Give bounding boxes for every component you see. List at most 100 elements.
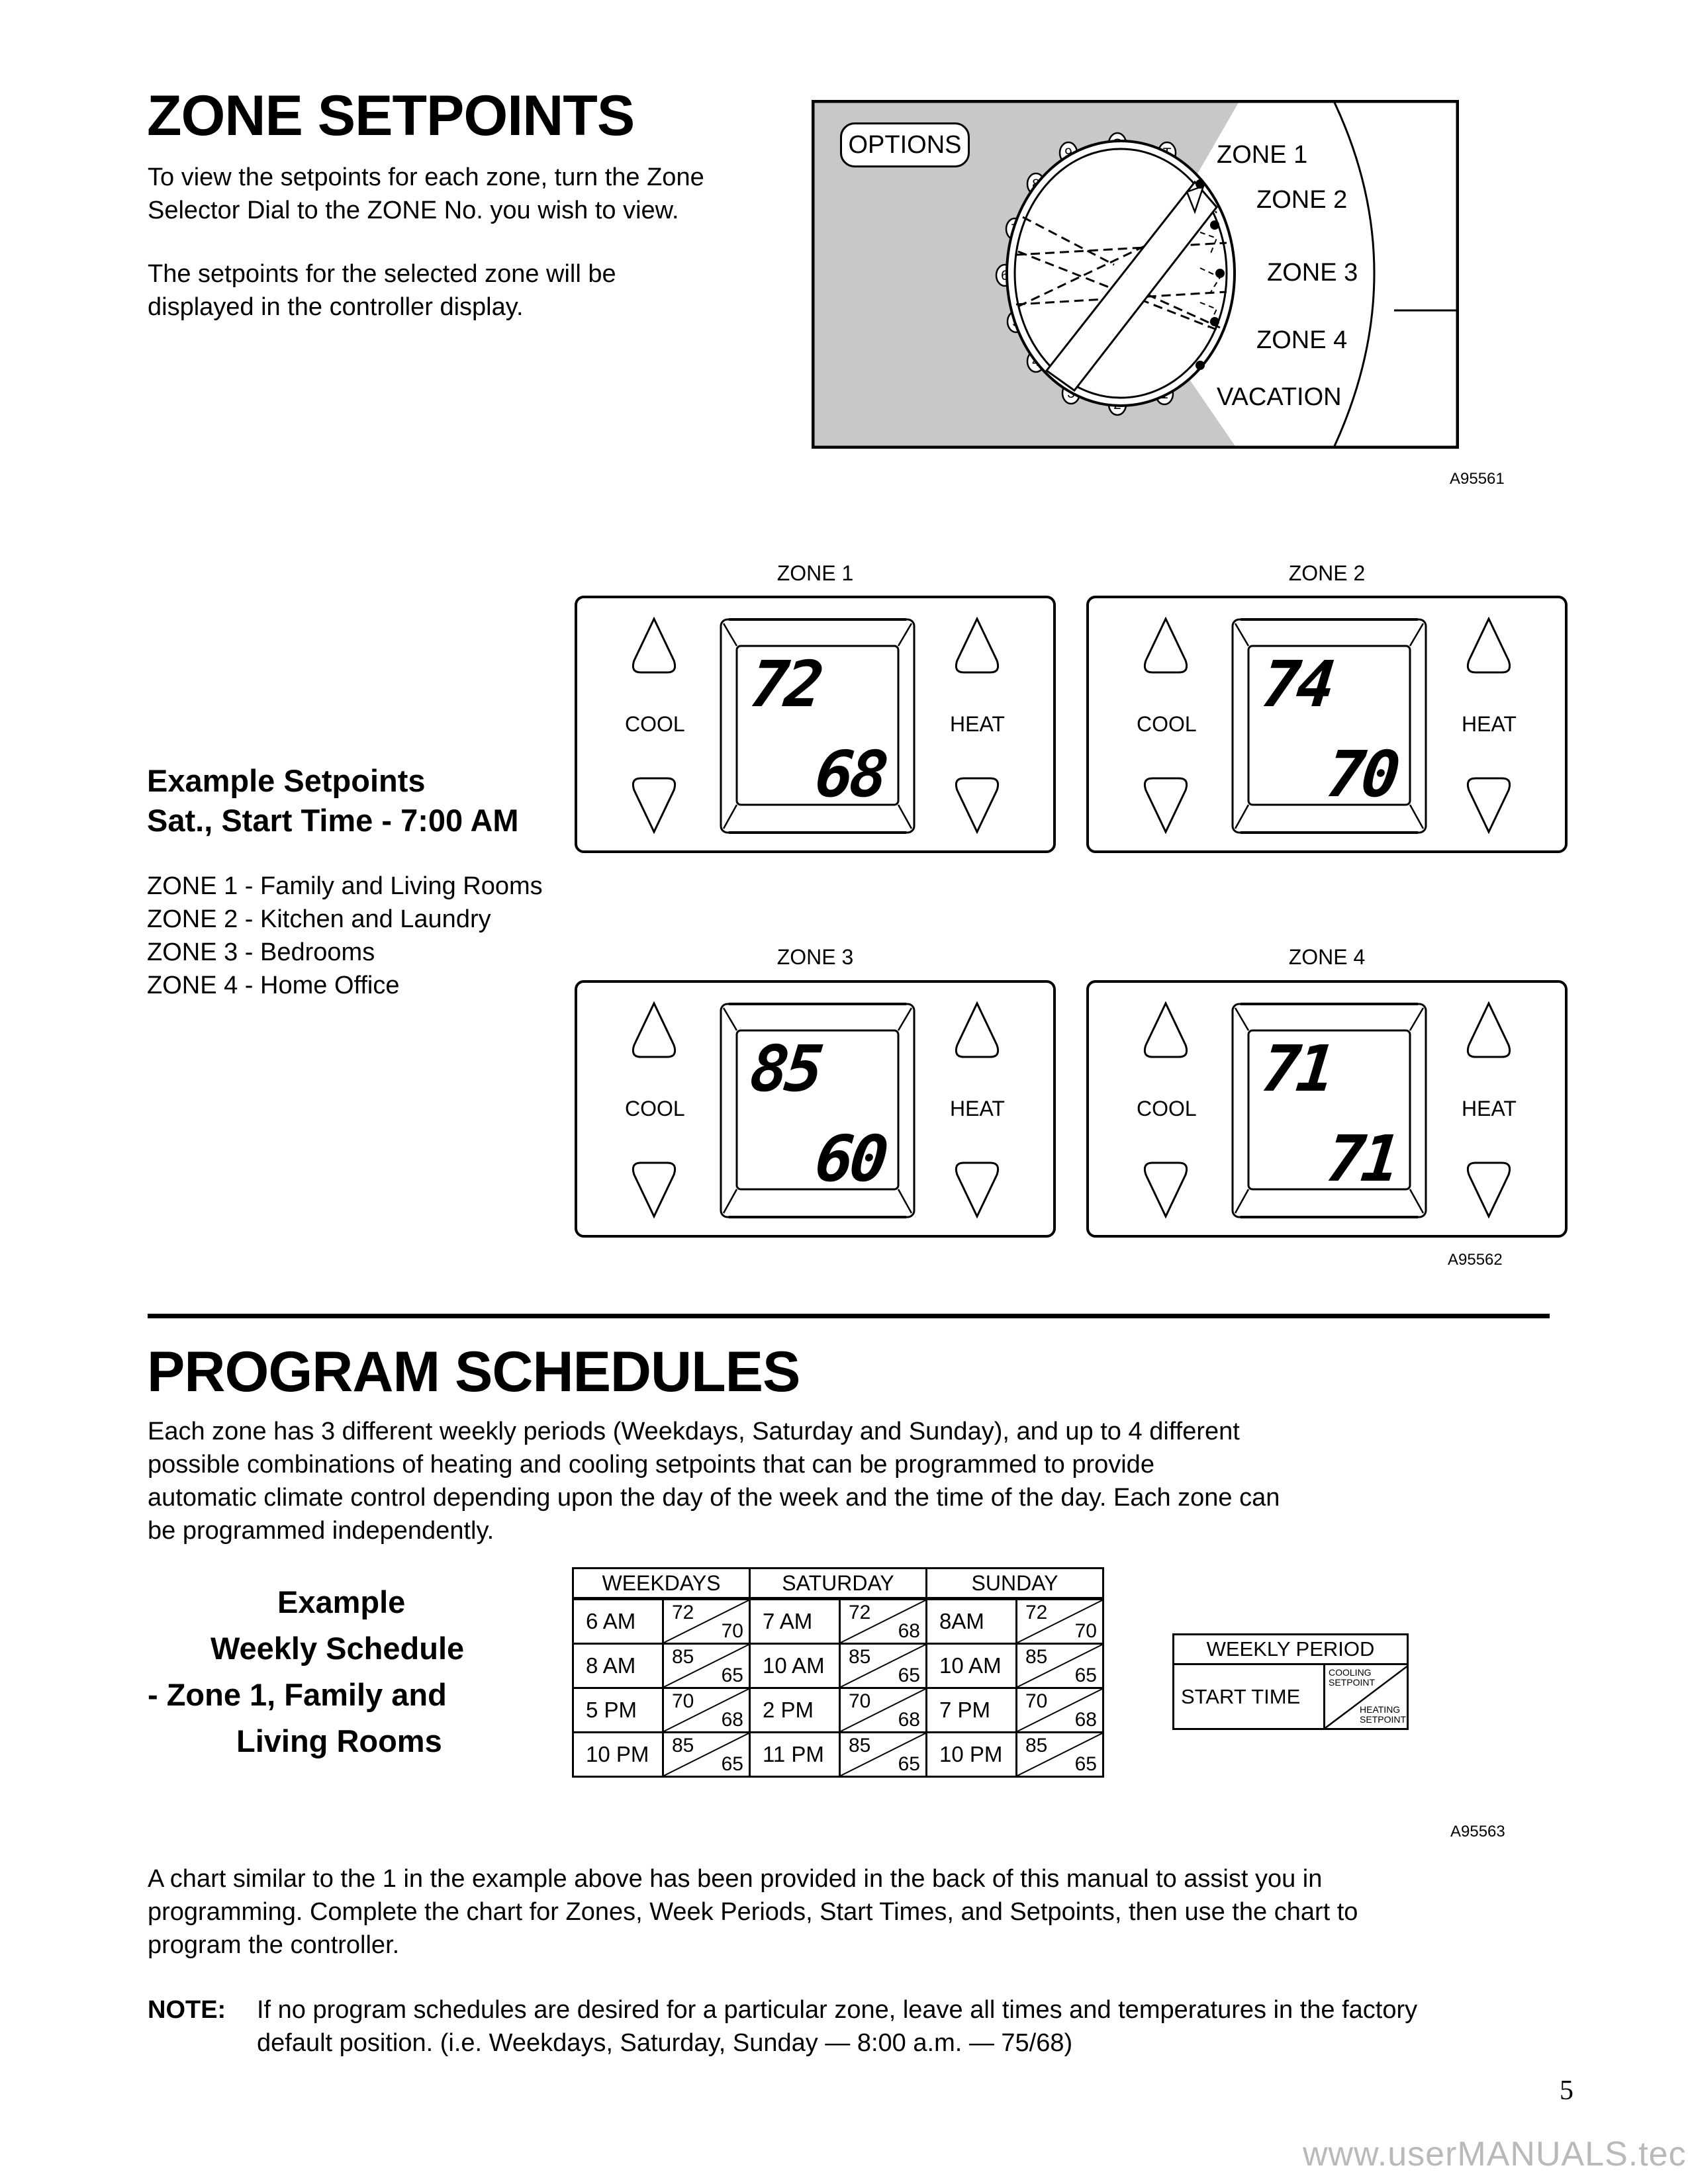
cool-up-button[interactable] xyxy=(1138,1001,1194,1060)
setpoint-cell: 85 65 xyxy=(662,1643,751,1689)
weekly-schedule-table: WEEKDAYS SATURDAY SUNDAY 6 AM 72 70 7 AM 72 68 8A… xyxy=(572,1567,1104,1778)
heat-down-button[interactable] xyxy=(949,1160,1005,1218)
down-arrow-icon xyxy=(955,777,1000,834)
legend-setpoint-cell: COOLING SETPOINT HEATING SETPOINT xyxy=(1323,1665,1409,1728)
heating-setpoint: 70 xyxy=(1074,1620,1097,1642)
caption-line: Living Rooms xyxy=(236,1723,442,1758)
start-time-cell: 10 AM xyxy=(925,1643,1017,1689)
note-text: If no program schedules are desired for … xyxy=(257,1993,1417,2060)
start-time-cell: 10 AM xyxy=(749,1643,841,1689)
legend-text: SETPOINT xyxy=(1360,1714,1407,1725)
zone-display-panel: COOL HEAT 85 60 xyxy=(575,980,1056,1238)
cooling-setpoint: 72 xyxy=(1025,1602,1048,1623)
text-line: be programmed independently. xyxy=(148,1517,494,1545)
heat-label: HEAT xyxy=(1462,712,1517,736)
heat-setpoint-readout: 70 xyxy=(1323,737,1400,811)
zone-description-item: ZONE 1 - Family and Living Rooms xyxy=(147,872,543,900)
setpoint-cell: 85 65 xyxy=(839,1643,927,1689)
cool-setpoint-readout: 71 xyxy=(1258,1032,1335,1106)
table-row: 5 PM 70 68 2 PM 70 68 7 PM 70 68 xyxy=(572,1687,1104,1733)
column-header: SATURDAY xyxy=(749,1567,927,1600)
dial-label-zone-3[interactable]: ZONE 3 xyxy=(1267,259,1358,287)
heat-down-button[interactable] xyxy=(1461,1160,1517,1218)
cool-setpoint-readout: 85 xyxy=(747,1032,823,1106)
cool-up-button[interactable] xyxy=(626,1001,682,1060)
heat-down-button[interactable] xyxy=(1461,776,1517,834)
example-setpoints-heading: Example Setpoints Sat., Start Time - 7:0… xyxy=(147,761,519,841)
zone-selector-dial[interactable]: S T 9 8 7 6 5 4 3 2 1 xyxy=(988,129,1273,427)
dial-graphic: S T 9 8 7 6 5 4 3 2 1 xyxy=(995,132,1236,416)
table-header-row: WEEKDAYS SATURDAY SUNDAY xyxy=(572,1567,1104,1600)
legend-start-time: START TIME xyxy=(1181,1685,1301,1708)
down-arrow-icon xyxy=(632,1161,677,1218)
heating-setpoint: 65 xyxy=(898,1753,920,1775)
legend-text: SETPOINT xyxy=(1329,1677,1376,1688)
zone-2-indicator-dot xyxy=(1210,220,1219,230)
cooling-setpoint: 72 xyxy=(672,1602,694,1623)
zone-description-list: ZONE 1 - Family and Living Rooms ZONE 2 … xyxy=(147,870,543,1002)
heat-up-button[interactable] xyxy=(949,1001,1005,1060)
heat-label: HEAT xyxy=(950,712,1005,736)
heat-setpoint-readout: 68 xyxy=(812,737,888,811)
cooling-setpoint: 85 xyxy=(849,1735,871,1756)
cooling-setpoint: 70 xyxy=(672,1690,694,1712)
dial-label-zone-1[interactable]: ZONE 1 xyxy=(1217,141,1307,169)
vacation-indicator-dot xyxy=(1196,361,1205,370)
dial-label-zone-4[interactable]: ZONE 4 xyxy=(1256,326,1347,355)
start-time-cell: 8 AM xyxy=(572,1643,664,1689)
down-arrow-icon xyxy=(1143,777,1188,834)
up-arrow-icon xyxy=(1466,1001,1511,1058)
text-line: displayed in the controller display. xyxy=(148,293,524,321)
setpoint-cell: 85 65 xyxy=(1015,1643,1104,1689)
section-title-program-schedules: PROGRAM SCHEDULES xyxy=(147,1340,800,1404)
cool-up-button[interactable] xyxy=(1138,617,1194,675)
down-arrow-icon xyxy=(1143,1161,1188,1218)
section-divider xyxy=(148,1314,1550,1318)
cool-down-button[interactable] xyxy=(1138,1160,1194,1218)
zone-selector-dial-figure: OPTIONS S T 9 8 7 xyxy=(812,100,1459,449)
dial-label-vacation[interactable]: VACATION xyxy=(1217,383,1342,412)
cool-up-button[interactable] xyxy=(626,617,682,675)
zone-display-label: ZONE 4 xyxy=(1288,945,1366,969)
cooling-setpoint: 85 xyxy=(672,1646,694,1668)
setpoint-cell: 70 68 xyxy=(839,1687,927,1733)
figure-id-a95562: A95562 xyxy=(1448,1251,1503,1269)
watermark-link[interactable]: www.userMANUALS.tech xyxy=(1303,2134,1688,2174)
table-row: 6 AM 72 70 7 AM 72 68 8AM 72 70 xyxy=(572,1598,1104,1645)
heat-up-button[interactable] xyxy=(1461,1001,1517,1060)
start-time-cell: 7 PM xyxy=(925,1687,1017,1733)
cool-label: COOL xyxy=(1137,712,1197,736)
cooling-setpoint: 85 xyxy=(1025,1646,1048,1668)
cool-setpoint-readout: 72 xyxy=(747,647,823,721)
options-button[interactable]: OPTIONS xyxy=(840,122,970,167)
zone-4-indicator-dot xyxy=(1210,317,1219,326)
cool-down-button[interactable] xyxy=(626,776,682,834)
heat-label: HEAT xyxy=(950,1097,1005,1120)
start-time-cell: 5 PM xyxy=(572,1687,664,1733)
up-arrow-icon xyxy=(632,617,677,674)
cool-down-button[interactable] xyxy=(1138,776,1194,834)
down-arrow-icon xyxy=(1466,1161,1511,1218)
cooling-setpoint: 70 xyxy=(849,1690,871,1712)
figure-id-a95563: A95563 xyxy=(1450,1823,1505,1841)
heating-setpoint: 68 xyxy=(1074,1709,1097,1731)
table-row: 8 AM 85 65 10 AM 85 65 10 AM 85 65 xyxy=(572,1643,1104,1689)
cool-down-button[interactable] xyxy=(626,1160,682,1218)
zone-setpoints-paragraph-2: The setpoints for the selected zone will… xyxy=(148,257,616,324)
heat-up-button[interactable] xyxy=(949,617,1005,675)
legend-text: HEATING xyxy=(1360,1704,1401,1715)
heat-label: HEAT xyxy=(1462,1097,1517,1120)
caption-line: Example xyxy=(277,1584,406,1619)
dial-label-zone-2[interactable]: ZONE 2 xyxy=(1256,186,1347,214)
text-line: Selector Dial to the ZONE No. you wish t… xyxy=(148,197,679,224)
page-number: 5 xyxy=(1560,2075,1573,2106)
cool-label: COOL xyxy=(1137,1097,1197,1120)
zone-display-panel: COOL HEAT 72 68 xyxy=(575,596,1056,853)
text-line: A chart similar to the 1 in the example … xyxy=(148,1865,1323,1893)
cooling-setpoint: 72 xyxy=(849,1602,871,1623)
table-row: 10 PM 85 65 11 PM 85 65 10 PM 85 65 xyxy=(572,1731,1104,1778)
heat-down-button[interactable] xyxy=(949,776,1005,834)
heat-up-button[interactable] xyxy=(1461,617,1517,675)
heating-setpoint: 70 xyxy=(721,1620,743,1642)
setpoint-cell: 72 68 xyxy=(839,1598,927,1645)
